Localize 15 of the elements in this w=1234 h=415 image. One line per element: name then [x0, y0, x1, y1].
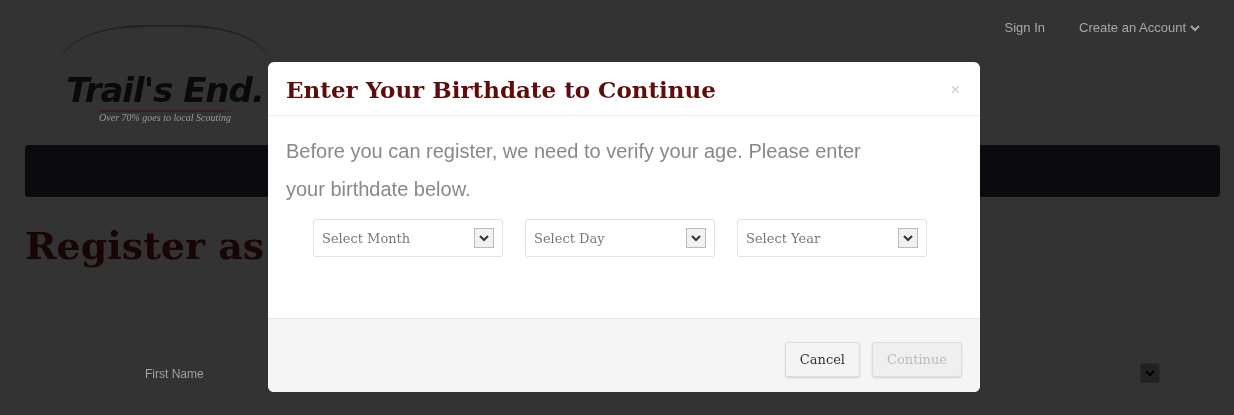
logo-tagline: Over 70% goes to local Scouting — [99, 110, 231, 123]
nav-link[interactable]: Create an Account — [1079, 20, 1200, 35]
date-select[interactable]: Select Day — [525, 219, 715, 257]
nav-link[interactable]: Sign In — [1004, 20, 1046, 35]
caret-icon — [1190, 25, 1200, 32]
field-label: First Name — [145, 367, 205, 381]
dialog-title: Enter Your Birthdate to Continue — [286, 76, 716, 103]
chevron-down-icon — [691, 234, 701, 242]
date-select[interactable]: Select Month — [313, 219, 503, 257]
date-select[interactable]: Select Year — [737, 219, 927, 257]
dialog-message: Before you can register, we need to verify your age. Please enter your birthdate below. — [286, 139, 862, 202]
chevron-down-icon — [1145, 369, 1155, 377]
chevron-down-icon — [903, 234, 913, 242]
dialog-button[interactable]: Cancel — [784, 342, 861, 377]
chevron-down-icon — [479, 234, 489, 242]
